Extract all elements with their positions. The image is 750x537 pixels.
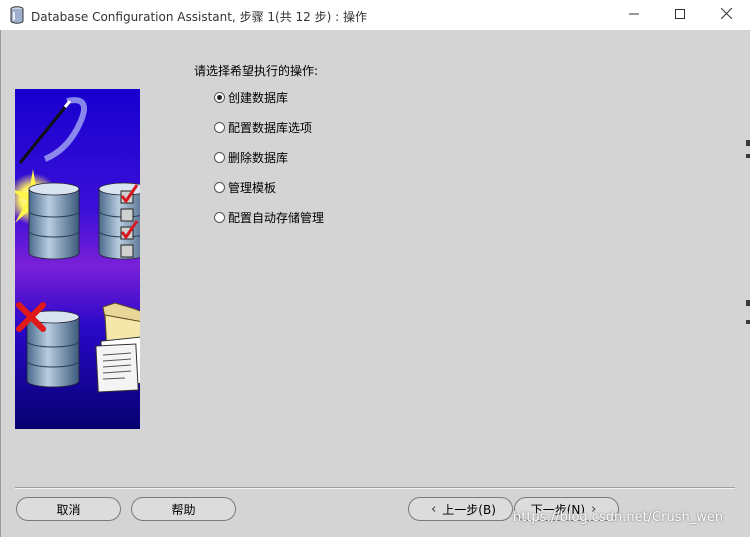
minimize-icon	[629, 8, 639, 22]
radio-configure-options[interactable]: 配置数据库选项	[214, 119, 312, 135]
radio-label: 删除数据库	[228, 150, 289, 165]
delete-database-icon	[16, 302, 80, 388]
window-title: Database Configuration Assistant, 步骤 1(共…	[31, 10, 367, 24]
title-bar[interactable]: Database Configuration Assistant, 步骤 1(共…	[0, 0, 750, 30]
radio-button[interactable]	[214, 151, 225, 163]
window-edge-artifact	[746, 140, 750, 330]
database-check-icon	[98, 182, 150, 260]
cancel-button[interactable]: 取消	[16, 497, 121, 521]
radio-button[interactable]	[214, 211, 225, 223]
back-button[interactable]: ‹ 上一步(B)	[408, 497, 513, 521]
radio-label: 创建数据库	[228, 90, 289, 105]
radio-create-database[interactable]: 创建数据库	[214, 89, 288, 105]
radio-manage-templates[interactable]: 管理模板	[214, 179, 276, 195]
minimize-button[interactable]	[611, 0, 657, 30]
back-button-label: 上一步(B)	[442, 502, 496, 517]
radio-button[interactable]	[214, 181, 225, 193]
help-button[interactable]: 帮助	[131, 497, 236, 521]
watermark-text: https://blog.csdn.net/Crush_wen	[513, 510, 724, 525]
radio-label: 配置自动存储管理	[228, 210, 325, 225]
radio-button[interactable]	[214, 91, 225, 103]
maximize-icon	[675, 8, 685, 22]
radio-label: 管理模板	[228, 180, 277, 195]
radio-delete-database[interactable]: 删除数据库	[214, 149, 288, 165]
window-border	[0, 30, 1, 537]
operation-prompt: 请选择希望执行的操作:	[194, 64, 319, 78]
radio-label: 配置数据库选项	[228, 120, 313, 135]
footer-separator	[15, 487, 735, 489]
cancel-button-label: 取消	[56, 502, 81, 517]
chevron-left-icon: ‹	[431, 501, 437, 517]
wizard-illustration	[7, 89, 161, 429]
maximize-button[interactable]	[657, 0, 703, 30]
dbca-window: Database Configuration Assistant, 步骤 1(共…	[0, 0, 750, 537]
close-button[interactable]	[703, 0, 749, 30]
database-cylinder-icon	[28, 182, 80, 260]
help-button-label: 帮助	[171, 502, 196, 517]
radio-button[interactable]	[214, 121, 225, 133]
database-icon	[9, 6, 25, 24]
close-icon	[720, 7, 732, 22]
radio-configure-asm[interactable]: 配置自动存储管理	[214, 209, 324, 225]
